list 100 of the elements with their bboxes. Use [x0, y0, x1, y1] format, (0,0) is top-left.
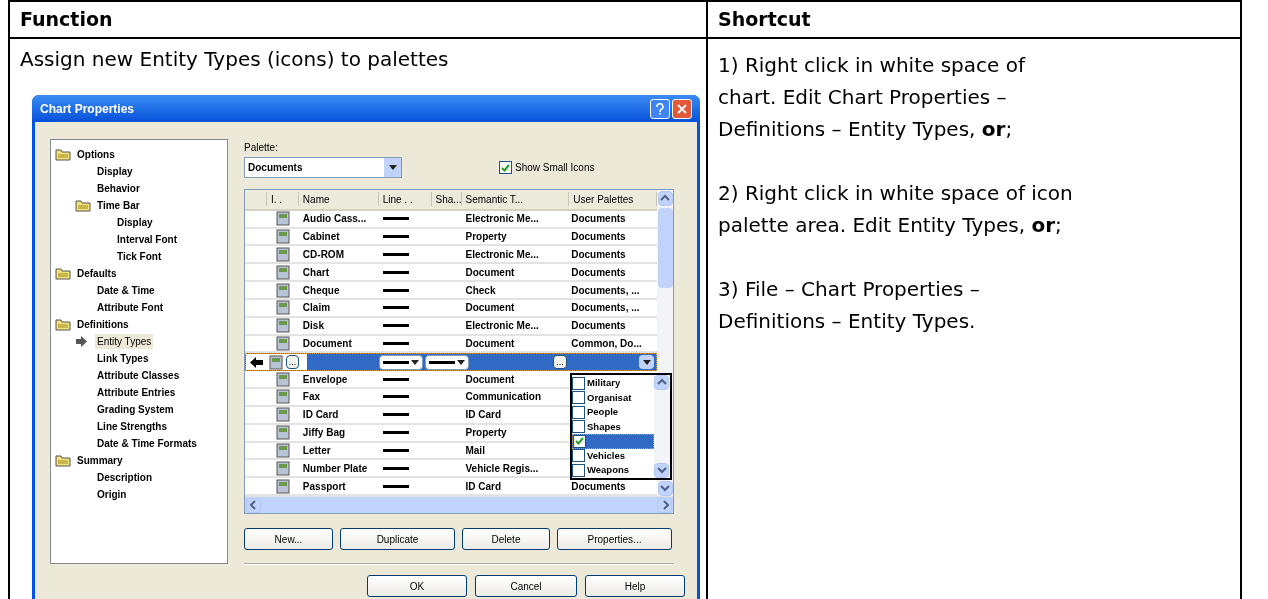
checkbox[interactable] [499, 161, 512, 174]
caret-icon [388, 165, 397, 170]
function-title: Assign new Entity Types (icons) to palettes [20, 47, 449, 71]
checklist-item[interactable]: Weapons [572, 463, 654, 478]
checklist-item[interactable]: Organisat [572, 390, 654, 405]
item-icon [274, 425, 291, 441]
checklist-item[interactable]: Military [572, 376, 654, 391]
dropdown-caret-icon[interactable] [384, 158, 401, 177]
column-header[interactable]: Name [302, 191, 330, 207]
tree-item[interactable]: Attribute Font [95, 300, 166, 315]
scrollbar-thumb[interactable] [657, 208, 673, 288]
selected-row[interactable]: ... ... [245, 353, 657, 372]
table-cell: Mail [465, 444, 485, 456]
tree-item[interactable]: Attribute Classes [95, 368, 182, 383]
dialog-button[interactable]: OK [367, 575, 467, 597]
palette-dropdown[interactable]: Documents [244, 157, 402, 178]
table-cell: Claim [302, 302, 331, 314]
dialog-button[interactable]: Delete [462, 528, 550, 550]
column-header[interactable]: I. . [270, 191, 283, 207]
checkbox[interactable] [572, 463, 585, 477]
tree-item[interactable]: Display [95, 164, 135, 179]
checkbox[interactable] [572, 376, 585, 390]
item-icon [274, 478, 291, 494]
tree-item[interactable]: Display [115, 215, 155, 230]
column-header: Function [20, 7, 113, 33]
dialog-button[interactable]: Help [585, 575, 685, 597]
tree-item[interactable]: Interval Font [115, 232, 179, 247]
scroll-arrow-button[interactable] [654, 463, 669, 478]
table-cell: ID Card [465, 409, 502, 421]
line-sample [382, 235, 409, 239]
checkbox[interactable] [572, 391, 585, 405]
table-row[interactable]: Cheque Check Documents, ... [245, 282, 657, 300]
column-header[interactable]: Semantic T... [465, 191, 524, 207]
dialog-button[interactable]: Cancel [475, 575, 577, 597]
line-style-dropdown[interactable] [378, 354, 423, 370]
checkbox[interactable] [572, 449, 585, 463]
scroll-arrow-button[interactable] [657, 191, 673, 206]
checkbox[interactable] [572, 420, 585, 434]
line-sample [382, 217, 409, 221]
shortcut-step: 3) File – Chart Properties – Definitions – Entity Types. [718, 273, 1240, 337]
table-cell: Jiffy Bag [302, 427, 346, 439]
table-cell: Disk [302, 320, 324, 332]
line-style-dropdown[interactable] [424, 354, 469, 370]
column-header[interactable]: Sha... [435, 191, 462, 207]
tree-item[interactable]: Defaults [75, 266, 119, 281]
help-icon[interactable] [650, 98, 670, 119]
tree-item[interactable]: Date & Time [95, 283, 157, 298]
tree-item[interactable]: Date & Time Formats [95, 436, 199, 451]
line-sample [382, 360, 409, 364]
table-cell: Documents [571, 480, 626, 492]
line-sample [382, 252, 409, 256]
item-icon [274, 246, 291, 262]
scroll-arrow-button[interactable] [657, 497, 672, 513]
palettes-dropdown-button[interactable] [639, 355, 654, 370]
table-row[interactable]: Chart Document Documents [245, 264, 657, 283]
table-cell: Documents [571, 231, 626, 243]
close-icon[interactable] [672, 98, 692, 119]
browse-button[interactable]: ... [285, 355, 300, 370]
tree-item[interactable]: Description [95, 470, 154, 485]
table-cell: Fax [302, 391, 321, 403]
checkbox[interactable] [572, 405, 585, 419]
dialog-button[interactable]: New... [244, 528, 333, 550]
table-cell: Cheque [302, 284, 340, 296]
tree-item[interactable]: Behavior [95, 181, 142, 196]
table-cell: Vehicle Regis... [465, 462, 539, 474]
checklist-item[interactable]: Vehicles [572, 448, 654, 463]
table-row[interactable]: Passport ID Card Documents [245, 478, 657, 497]
table-cell: Check [465, 284, 496, 296]
tree-item[interactable]: Tick Font [115, 249, 164, 264]
item-icon [274, 371, 291, 387]
tree-item[interactable]: Line Strengths [95, 419, 169, 434]
column-header[interactable]: User Palettes [573, 191, 634, 207]
tree-item[interactable]: Entity Types [95, 334, 154, 349]
dialog-button[interactable]: Properties... [557, 528, 672, 550]
tree-item[interactable]: Origin [95, 487, 129, 502]
line-sample [382, 288, 409, 292]
tree-item[interactable]: Options [75, 147, 117, 162]
tree-item[interactable]: Time Bar [95, 198, 142, 213]
dialog-button[interactable]: Duplicate [340, 528, 455, 550]
horizontal-scrollbar[interactable] [245, 496, 673, 513]
checklist-item[interactable] [572, 434, 654, 449]
scroll-arrow-button[interactable] [657, 481, 673, 496]
tree-item[interactable]: Link Types [95, 351, 151, 366]
tree-item[interactable]: Attribute Entries [95, 385, 178, 400]
scroll-arrow-button[interactable] [654, 375, 669, 390]
table-row[interactable]: CD-ROM Electronic Me... Documents [245, 246, 657, 265]
tree-item[interactable]: Definitions [75, 317, 131, 332]
checklist-item[interactable]: People [572, 405, 654, 420]
table-cell: Audio Cass... [302, 213, 367, 225]
table-cell: Document [465, 338, 515, 349]
table-cell: Document [302, 338, 352, 349]
tree-item[interactable]: Summary [75, 453, 125, 468]
checkbox[interactable] [573, 434, 586, 448]
tree-item[interactable]: Grading System [95, 402, 176, 417]
column-header[interactable]: Line . . [382, 191, 413, 207]
item-icon [274, 336, 291, 351]
vertical-scrollbar[interactable] [654, 375, 670, 478]
browse-button[interactable]: ... [553, 355, 567, 370]
table-cell: Cabinet [302, 231, 340, 243]
scroll-arrow-button[interactable] [246, 497, 261, 513]
